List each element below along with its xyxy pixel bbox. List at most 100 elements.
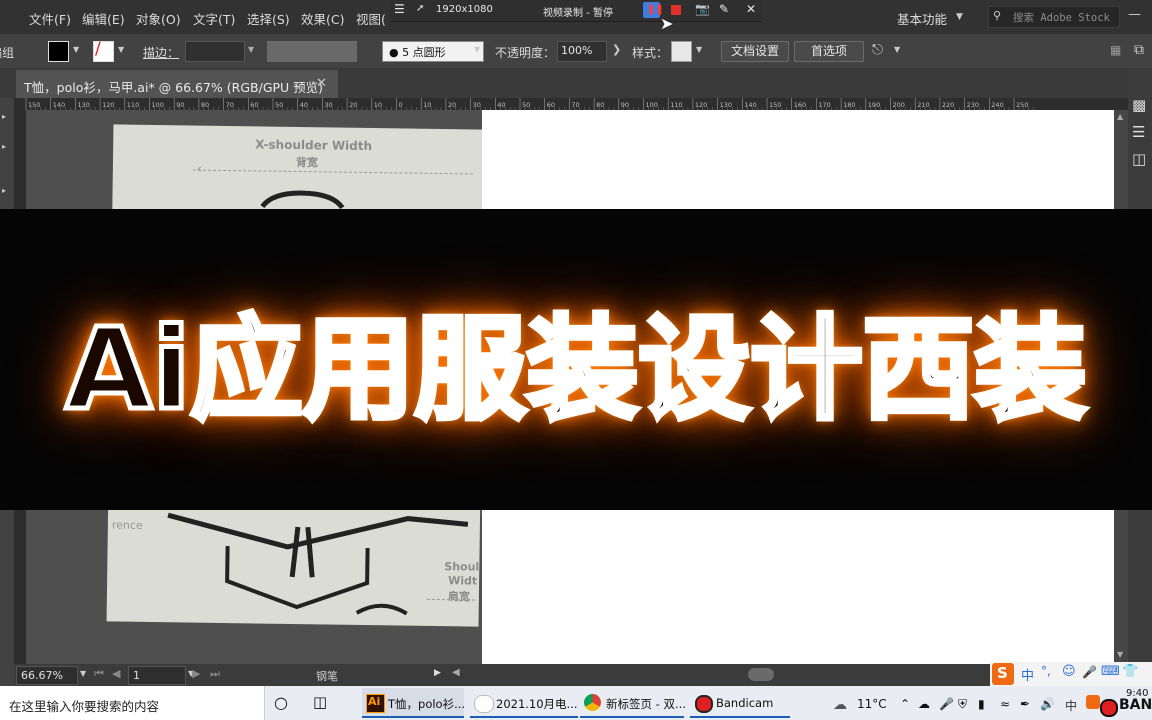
task-view-icon[interactable]: ◫	[313, 693, 327, 711]
panel-grid-icon[interactable]: ▦	[1110, 43, 1121, 57]
ruler-label: 60	[250, 101, 258, 109]
ruler-label: 210	[917, 101, 929, 109]
chevron-down-icon[interactable]: ▼	[248, 45, 254, 54]
opacity-label[interactable]: 不透明度：	[495, 44, 555, 61]
cortana-icon[interactable]: ○	[274, 693, 288, 712]
menu-file[interactable]: 文件(F)	[29, 9, 71, 28]
microphone-icon[interactable]: 🎤	[1082, 665, 1097, 679]
chrome-icon	[584, 694, 601, 711]
taskbar-app-bandicam[interactable]: Bandicam	[690, 688, 790, 718]
cloud-icon[interactable]: ☁	[918, 697, 930, 711]
variable-width-profile[interactable]	[267, 41, 357, 62]
scroll-up-icon[interactable]: ▲	[1117, 112, 1123, 121]
minimize-icon[interactable]: —	[1128, 7, 1141, 22]
status-menu-icon[interactable]: ▶	[434, 668, 441, 678]
close-tab-icon[interactable]: ✕	[316, 76, 327, 91]
properties-icon[interactable]: ▩	[1132, 96, 1146, 114]
emoji-icon[interactable]: ☺	[1062, 664, 1076, 679]
pencil-icon[interactable]: ✎	[719, 2, 729, 16]
pause-button[interactable]: ❚❚	[643, 2, 664, 18]
record-icon	[1100, 699, 1118, 717]
zoom-value: 66.67%	[21, 669, 63, 682]
chevron-right-icon[interactable]: ❯	[612, 43, 621, 56]
document-tab[interactable]: T恤，polo衫，马甲.ai* @ 66.67% (RGB/GPU 预览) ✕	[16, 70, 338, 98]
ruler-label: 80	[596, 101, 604, 109]
graphic-style-swatch[interactable]	[671, 41, 692, 62]
ruler-label: 60	[547, 101, 555, 109]
volume-icon[interactable]: 🔊	[1040, 697, 1055, 711]
pen-icon[interactable]: ✒	[1020, 697, 1030, 711]
chevron-down-icon[interactable]: ▼	[73, 45, 79, 54]
weather-icon[interactable]: ☁	[833, 697, 847, 713]
sogou-s-glyph: S	[997, 664, 1008, 682]
flyout-menu-icon[interactable]: ⧉	[1134, 42, 1144, 58]
tool-icon[interactable]: ▸	[2, 112, 6, 121]
workspace-switcher[interactable]: 基本功能	[897, 9, 947, 28]
prev-artboard-icon[interactable]: ◀	[112, 667, 120, 680]
ruler-label: 140	[744, 101, 756, 109]
battery-icon[interactable]: ▮	[978, 697, 985, 711]
chevron-down-icon[interactable]: ▼	[474, 45, 480, 54]
mouse-cursor-icon: ➤	[660, 14, 674, 33]
brush-definition[interactable]: ● 5 点圆形	[382, 41, 484, 62]
libraries-icon[interactable]: ◫	[1132, 150, 1146, 168]
ruler-label: 80	[201, 101, 209, 109]
chevron-down-icon[interactable]: ▼	[696, 45, 702, 54]
stroke-swatch[interactable]: ∕	[93, 39, 114, 62]
menu-object[interactable]: 对象(O)	[136, 9, 181, 28]
taskbar-app-browser[interactable]: 新标签页 - 双...	[580, 688, 686, 718]
ruler-label: 140	[53, 101, 65, 109]
opacity-field[interactable]: 100%	[557, 41, 607, 62]
close-icon[interactable]: ✕	[746, 2, 756, 16]
last-artboard-icon[interactable]: ⏭	[210, 667, 220, 681]
preferences-button[interactable]: 首选项	[794, 41, 864, 62]
keyboard-icon[interactable]: ⌨	[1101, 664, 1120, 679]
opacity-value: 100%	[561, 44, 593, 57]
temperature-label[interactable]: 11°C	[857, 697, 887, 711]
document-setup-button[interactable]: 文档设置	[721, 41, 789, 62]
arrange-icon[interactable]: ⎋	[872, 42, 883, 58]
artboard-field[interactable]: 1	[128, 666, 186, 685]
ime-mode-label[interactable]: 中	[1021, 665, 1034, 684]
tool-icon[interactable]: ▸	[2, 186, 6, 195]
menu-icon[interactable]: ☰	[394, 2, 405, 16]
horizontal-scroll-thumb[interactable]	[748, 668, 774, 681]
scroll-left-icon[interactable]: ◀	[452, 667, 460, 678]
next-artboard-icon[interactable]: ▶	[192, 667, 200, 680]
ruler-label: 250	[1016, 101, 1028, 109]
camera-icon[interactable]: 📷	[695, 2, 710, 16]
photo-label-width: Widt	[448, 574, 478, 588]
chevron-up-icon[interactable]: ⌃	[900, 697, 910, 711]
menu-view[interactable]: 视图(	[356, 9, 386, 28]
first-artboard-icon[interactable]: ⏮	[94, 667, 104, 681]
shield-icon[interactable]: ⛨	[958, 697, 967, 712]
menu-effect[interactable]: 效果(C)	[301, 9, 344, 28]
fill-swatch[interactable]	[48, 41, 69, 62]
chevron-down-icon[interactable]: ▼	[894, 45, 900, 54]
ruler-label: 120	[695, 101, 707, 109]
pin-icon[interactable]: ➚	[416, 3, 424, 14]
chevron-down-icon[interactable]: ▼	[118, 45, 124, 54]
wifi-icon[interactable]: ≈	[1000, 697, 1010, 711]
ruler-label: 240	[991, 101, 1003, 109]
taskbar-search-input[interactable]: 在这里输入你要搜索的内容	[0, 686, 265, 720]
zoom-field[interactable]: 66.67%	[16, 666, 78, 685]
taskbar-app-illustrator[interactable]: Ai T恤，polo衫...	[362, 688, 465, 718]
ime-indicator[interactable]: 中	[1065, 697, 1077, 714]
skin-icon[interactable]: 👕	[1122, 664, 1138, 679]
stroke-weight-field[interactable]	[185, 41, 245, 62]
stroke-label[interactable]: 描边：	[143, 44, 179, 61]
layers-icon[interactable]: ☰	[1132, 123, 1145, 141]
tool-icon[interactable]: ▸	[2, 142, 6, 151]
sogou-logo-icon[interactable]: S	[992, 663, 1014, 685]
microphone-icon[interactable]: 🎤	[939, 697, 954, 711]
ruler-label: 10	[423, 101, 431, 109]
menu-type[interactable]: 文字(T)	[193, 9, 235, 28]
stock-search-input[interactable]: ⚲ 搜索 Adobe Stock	[988, 6, 1120, 28]
scroll-down-icon[interactable]: ▼	[1117, 650, 1123, 659]
taskbar-app-doc[interactable]: 2021.10月电...	[470, 688, 578, 718]
menu-edit[interactable]: 编辑(E)	[82, 9, 125, 28]
menu-select[interactable]: 选择(S)	[247, 9, 290, 28]
chevron-down-icon[interactable]: ▼	[80, 669, 86, 678]
punctuation-icon[interactable]: °,	[1041, 664, 1051, 678]
